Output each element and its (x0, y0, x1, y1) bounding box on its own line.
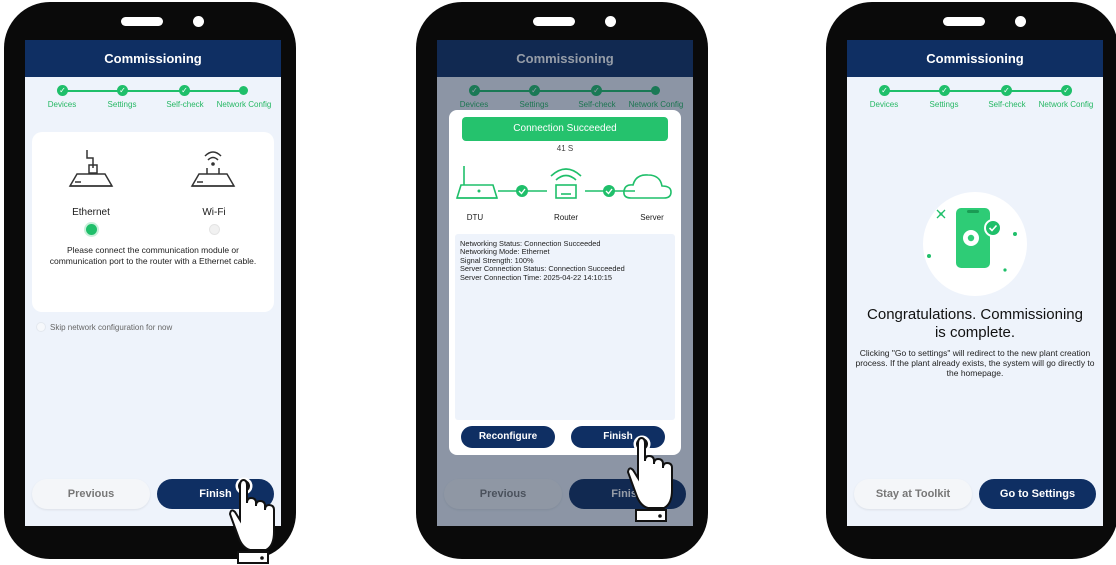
server-cloud-icon (623, 174, 672, 199)
ethernet-router-icon (68, 150, 114, 187)
network-options-card: Ethernet Wi-Fi Please connect the commun… (32, 132, 274, 312)
connection-status-banner: Connection Succeeded (462, 117, 668, 141)
connection-result-dialog: Connection Succeeded 41 S DTU Router Ser… (449, 110, 681, 455)
phone-camera (193, 16, 204, 27)
headline-line: Congratulations. Commissioning (867, 306, 1083, 323)
phone-speaker (533, 17, 575, 26)
reconfigure-button[interactable]: Reconfigure (461, 426, 555, 448)
progress-stepper: ✓ ✓ ✓ Devices Settings Self-check Networ… (25, 85, 281, 109)
tap-hand-icon (626, 435, 673, 522)
step-label-self-check: Self-check (988, 100, 1026, 109)
ethernet-label: Ethernet (72, 207, 110, 218)
progress-stepper: ✓ ✓ ✓ ✓ Devices Settings Self-check Netw… (847, 85, 1103, 109)
screen: Commissioning ✓ ✓ ✓ ✓ Devices Settings S… (847, 40, 1103, 526)
step-check-icon: ✓ (1001, 85, 1012, 96)
step-check-icon: ✓ (57, 85, 68, 96)
step-check-icon: ✓ (939, 85, 950, 96)
step-label-network-config: Network Config (216, 100, 272, 109)
network-topology-diagram (455, 166, 672, 199)
ethernet-radio[interactable] (86, 224, 97, 235)
router-icon (550, 168, 582, 199)
go-to-settings-button[interactable]: Go to Settings (979, 479, 1096, 509)
headline-line: is complete. (934, 324, 1016, 341)
connection-instruction: Please connect the communication module … (49, 245, 257, 266)
phone-camera (605, 16, 616, 27)
link-check-icon (516, 185, 528, 197)
step-check-icon: ✓ (1061, 85, 1072, 96)
skip-label: Skip network configuration for now (50, 323, 173, 332)
dtu-icon (455, 166, 499, 199)
tap-hand-icon (228, 477, 275, 564)
phone-commissioning-complete: Commissioning ✓ ✓ ✓ ✓ Devices Settings S… (826, 2, 1116, 559)
step-label-devices: Devices (869, 100, 899, 109)
previous-button[interactable]: Previous (32, 479, 150, 509)
phone-speaker (943, 17, 985, 26)
step-label-settings: Settings (107, 100, 137, 109)
elapsed-timer: 41 S (556, 144, 574, 153)
phone-camera (1015, 16, 1026, 27)
completion-message: Clicking "Go to settings" will redirect … (855, 348, 1095, 378)
completion-headline: Congratulations. Commissioning is comple… (847, 306, 1103, 342)
skip-checkbox[interactable] (36, 322, 46, 332)
step-check-icon: ✓ (117, 85, 128, 96)
step-check-icon: ✓ (879, 85, 890, 96)
step-current-dot (239, 86, 248, 95)
link-check-icon (603, 185, 615, 197)
wifi-router-icon (190, 151, 236, 187)
step-label-network-config: Network Config (1038, 100, 1094, 109)
status-line: Server Connection Time: 2025-04-22 14:10… (460, 272, 613, 282)
stay-at-toolkit-button[interactable]: Stay at Toolkit (854, 479, 972, 509)
page-title: Commissioning (847, 40, 1103, 77)
phone-speaker (121, 17, 163, 26)
step-label-settings: Settings (929, 100, 959, 109)
page-title: Commissioning (25, 40, 281, 77)
screen: Commissioning ✓ ✓ ✓ Devices Settings Sel… (25, 40, 281, 526)
node-label-dtu: DTU (466, 213, 484, 222)
status-details-panel: Networking Status: Connection Succeeded … (455, 234, 675, 420)
node-label-server: Server (640, 213, 664, 222)
step-check-icon: ✓ (179, 85, 190, 96)
wifi-label: Wi-Fi (202, 207, 226, 218)
wifi-radio[interactable] (209, 224, 220, 235)
step-label-devices: Devices (47, 100, 77, 109)
node-label-router: Router (553, 213, 578, 222)
success-phone-illustration (923, 192, 1027, 296)
step-label-self-check: Self-check (166, 100, 204, 109)
